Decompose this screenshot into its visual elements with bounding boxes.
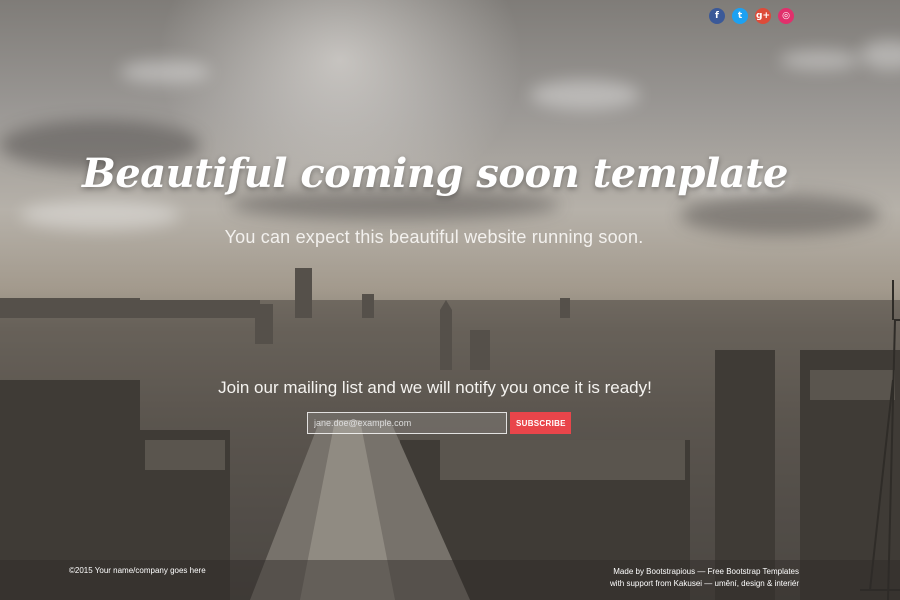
footer-credit-line-2[interactable]: with support from Kakusei — umění, desig… [610,578,799,590]
social-links: f t g+ ◎ [709,8,794,24]
email-input[interactable] [307,412,507,434]
footer-credits: Made by Bootstrapious — Free Bootstrap T… [610,566,799,590]
subscribe-form: SUBSCRIBE [307,412,571,434]
facebook-icon[interactable]: f [709,8,725,24]
hero-background [0,0,900,600]
page-title: Beautiful coming soon template [81,150,789,197]
subscribe-button[interactable]: SUBSCRIBE [510,412,571,434]
instagram-icon[interactable]: ◎ [778,8,794,24]
twitter-icon[interactable]: t [732,8,748,24]
footer-copyright: ©2015 Your name/company goes here [69,566,206,575]
footer-credit-line-1[interactable]: Made by Bootstrapious — Free Bootstrap T… [610,566,799,578]
google-plus-icon[interactable]: g+ [755,8,771,24]
page-subtitle: You can expect this beautiful website ru… [224,227,644,247]
mailing-list-heading: Join our mailing list and we will notify… [218,378,652,397]
